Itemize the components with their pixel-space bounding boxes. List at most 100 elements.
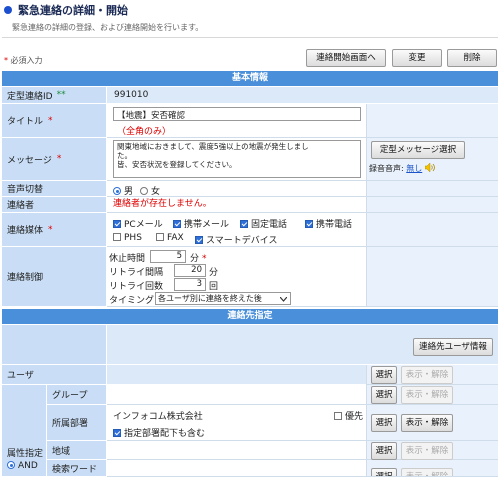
keyword-label: 検索ワード [47, 460, 107, 477]
department-cell: インフォコム株式会社 優先 指定部署配下も含む [107, 405, 366, 441]
voice-side-cell [366, 181, 498, 197]
edit-button[interactable]: 変更 [392, 49, 442, 67]
group-show-clear-button[interactable]: 表示・解除 [401, 386, 453, 404]
media-smart-device[interactable]: スマートデバイス [195, 233, 277, 246]
checkbox-priority[interactable] [334, 412, 342, 420]
media-pc-mail[interactable]: PCメール [113, 217, 163, 230]
media-cell: PCメール 携帯メール 固定電話 携帯電話 PHS FAX スマートデバイス [107, 213, 366, 247]
page-subtitle: 緊急連絡の詳細の登録、および連絡開始を行います。 [12, 23, 204, 32]
message-side-cell: 定型メッセージ選択 録音音声: 無し [366, 138, 498, 181]
keyword-select-button[interactable]: 選択 [371, 468, 397, 476]
title-note: （全角のみ） [117, 127, 172, 137]
department-actions: 選択 表示・解除 [366, 405, 498, 441]
control-label: 連絡制御 [2, 247, 107, 307]
media-phs[interactable]: PHS [113, 233, 142, 243]
voice-recording-link[interactable]: 無し [406, 164, 422, 173]
retry-count-unit: 回 [209, 282, 219, 292]
pause-time-label: 休止時間 [109, 254, 146, 264]
radio-female[interactable] [140, 187, 148, 195]
user-label: ユーザ [2, 365, 107, 385]
sender-label: 連絡者 [2, 197, 107, 213]
keyword-actions: 選択 表示・解除 [366, 460, 498, 477]
group-select-button[interactable]: 選択 [371, 386, 397, 404]
retry-count-label: リトライ回数 [109, 282, 164, 292]
page-title-text: 緊急連絡の詳細・開始 [18, 4, 128, 17]
include-sub-departments[interactable]: 指定部署配下も含む [113, 426, 205, 439]
radio-and[interactable] [7, 461, 15, 469]
checkbox-pc-mail[interactable] [113, 220, 121, 228]
fixed-message-select-button[interactable]: 定型メッセージ選択 [371, 141, 465, 159]
department-label: 所属部署 [47, 405, 107, 441]
attribute-spec-label: 属性指定 AND [2, 385, 47, 477]
checkbox-phs[interactable] [113, 233, 121, 241]
checkbox-smart-device[interactable] [195, 236, 203, 244]
timing-label: タイミング [109, 296, 155, 306]
title-cell: 【地震】安否確認 （全角のみ） [107, 104, 366, 138]
contact-user-info-button[interactable]: 連絡先ユーザ情報 [413, 338, 493, 356]
media-label: 連絡媒体 * [2, 213, 107, 247]
user-actions: 選択 表示・解除 [366, 365, 498, 385]
group-cell [107, 385, 366, 405]
media-side-cell [366, 213, 498, 247]
control-side-cell [366, 247, 498, 307]
voice-recording: 録音音声: 無し [369, 162, 435, 174]
section-contacts: 連絡先指定 [2, 309, 498, 324]
region-select-button[interactable]: 選択 [371, 442, 397, 460]
department-select-button[interactable]: 選択 [371, 414, 397, 432]
region-label: 地域 [47, 441, 107, 460]
required-note: * 必須入力 [4, 56, 43, 65]
user-cell [107, 365, 366, 385]
section-basic-info: 基本情報 [2, 71, 498, 86]
title-input[interactable]: 【地震】安否確認 [113, 107, 361, 121]
sender-side-cell [366, 197, 498, 213]
pause-time-input[interactable]: 5 [150, 250, 186, 263]
priority-option[interactable]: 優先 [334, 409, 363, 422]
department-show-clear-button[interactable]: 表示・解除 [401, 414, 453, 432]
region-show-clear-button[interactable]: 表示・解除 [401, 442, 453, 460]
radio-male[interactable] [113, 187, 121, 195]
region-cell [107, 441, 366, 460]
group-label: グループ [47, 385, 107, 405]
speaker-icon[interactable] [424, 162, 435, 173]
pause-time-unit: 分 * [190, 254, 207, 264]
sender-value: 連絡者が存在しません。 [107, 197, 366, 213]
voice-switch-cell: 男 女 [107, 181, 366, 197]
voice-female-option[interactable]: 女 [140, 184, 160, 197]
retry-interval-unit: 分 [209, 268, 219, 278]
message-textarea[interactable]: 関東地域におきまして、震度5強以上の地震が発生しまし た。 皆、安否状況を登録し… [113, 140, 361, 178]
media-fax[interactable]: FAX [156, 233, 184, 243]
fixed-id-label: 定型連絡ID ** [2, 87, 107, 104]
media-mobile-phone[interactable]: 携帯電話 [305, 217, 352, 230]
retry-interval-label: リトライ間隔 [109, 268, 164, 278]
contacts-blank-label [2, 325, 107, 365]
delete-button[interactable]: 削除 [447, 49, 497, 67]
department-value: インフォコム株式会社 [113, 412, 203, 422]
contacts-header-cell: 連絡先ユーザ情報 [107, 325, 498, 365]
checkbox-mobile-phone[interactable] [305, 220, 313, 228]
group-actions: 選択 表示・解除 [366, 385, 498, 405]
checkbox-include-sub[interactable] [113, 429, 121, 437]
fixed-id-value: 991010 [107, 87, 498, 104]
checkbox-mobile-mail[interactable] [173, 220, 181, 228]
retry-interval-input[interactable]: 20 [174, 264, 206, 277]
title-bullet-icon [4, 6, 12, 14]
title-side-cell [366, 104, 498, 138]
media-mobile-mail[interactable]: 携帯メール [173, 217, 229, 230]
chevron-down-icon [280, 297, 287, 302]
user-show-clear-button[interactable]: 表示・解除 [401, 366, 453, 384]
message-label: メッセージ * [2, 138, 107, 181]
page-title: 緊急連絡の詳細・開始 [4, 2, 128, 18]
and-option[interactable]: AND [7, 460, 43, 472]
start-contact-screen-button[interactable]: 連絡開始画面へ [306, 49, 386, 67]
media-landline[interactable]: 固定電話 [240, 217, 287, 230]
control-cell: 休止時間 5 分 * リトライ間隔 20 分 リトライ回数 3 回 タイミング 各… [107, 247, 366, 307]
checkbox-landline[interactable] [240, 220, 248, 228]
timing-select[interactable]: 各ユーザ別に連絡を終えた後 [155, 292, 291, 305]
user-select-button[interactable]: 選択 [371, 366, 397, 384]
voice-switch-label: 音声切替 [2, 181, 107, 197]
retry-count-input[interactable]: 3 [174, 278, 206, 291]
keyword-show-clear-button[interactable]: 表示・解除 [401, 468, 453, 476]
title-label: タイトル * [2, 104, 107, 138]
checkbox-fax[interactable] [156, 233, 164, 241]
voice-male-option[interactable]: 男 [113, 184, 133, 197]
